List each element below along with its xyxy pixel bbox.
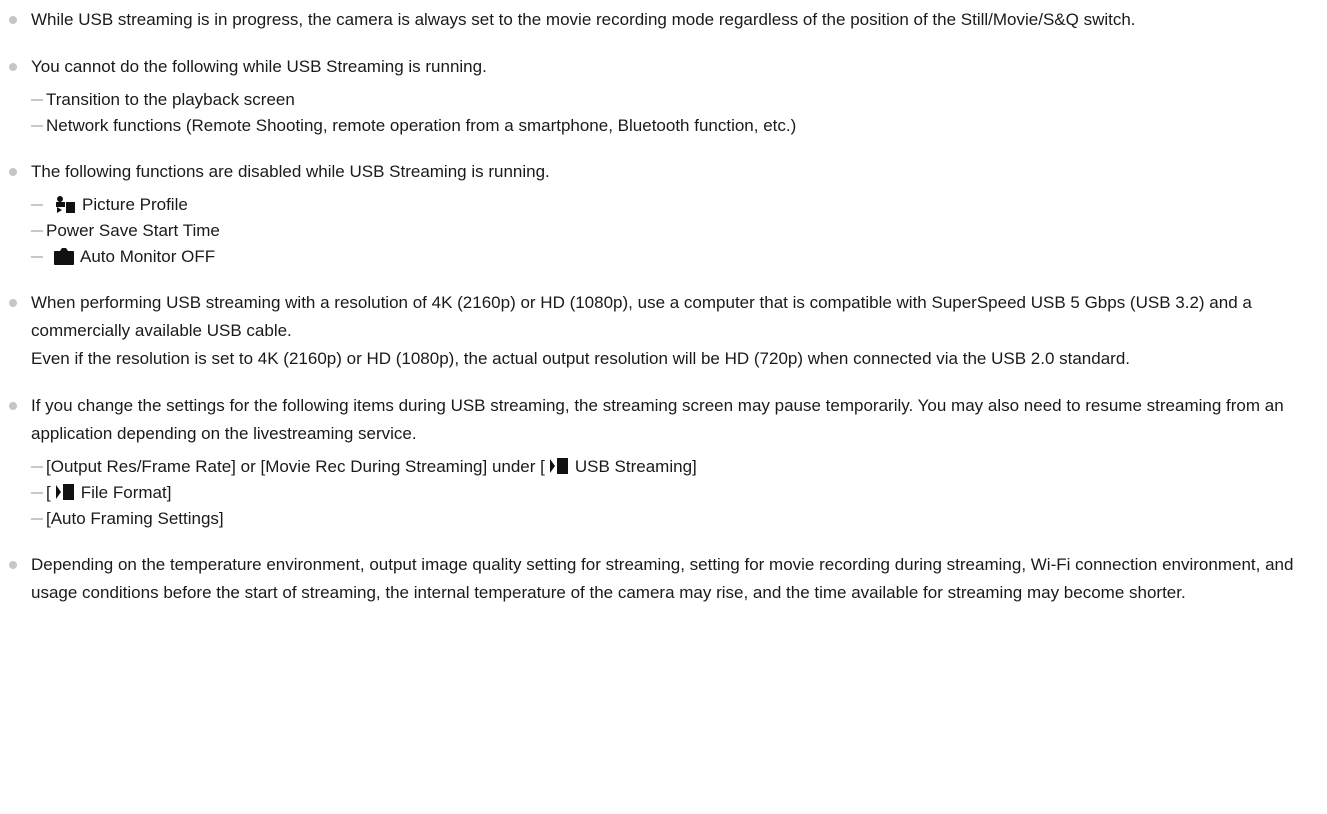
still-camera-icon [54,248,74,265]
note-text: The following functions are disabled whi… [31,162,550,181]
dash-icon [31,204,43,206]
dash-icon [31,466,43,468]
dash-icon [31,230,43,232]
sub-item-text: Power Save Start Time [46,221,220,240]
note-text: You cannot do the following while USB St… [31,57,487,76]
note-item: While USB streaming is in progress, the … [0,6,1327,34]
sub-list: Transition to the playback screen Networ… [31,87,1327,139]
sub-item: [Output Res/Frame Rate] or [Movie Rec Du… [31,454,1327,480]
bullet-icon [9,299,17,307]
bullet-icon [9,402,17,410]
note-item: You cannot do the following while USB St… [0,53,1327,139]
sub-item: [Auto Framing Settings] [31,506,1327,532]
note-text: If you change the settings for the follo… [31,396,1284,443]
sub-item: Network functions (Remote Shooting, remo… [31,113,1327,139]
note-text: Depending on the temperature environment… [31,555,1294,602]
note-text: While USB streaming is in progress, the … [31,10,1136,29]
sub-item-text: Transition to the playback screen [46,90,295,109]
sub-item: Power Save Start Time [31,218,1327,244]
dash-icon [31,125,43,127]
dash-icon [31,99,43,101]
sub-item-text-before: [Output Res/Frame Rate] or [Movie Rec Du… [46,457,545,476]
sub-item: [ File Format] [31,480,1327,506]
sub-item-text: Auto Monitor OFF [80,247,216,266]
note-item: The following functions are disabled whi… [0,158,1327,270]
sub-item-text-after: File Format] [80,483,172,502]
bullet-icon [9,16,17,24]
note-item: If you change the settings for the follo… [0,392,1327,532]
sub-item-text: Network functions (Remote Shooting, remo… [46,116,797,135]
movie-mode-icon [53,483,75,501]
sub-item-text: [Auto Framing Settings] [46,509,224,528]
dash-icon [31,518,43,520]
bullet-icon [9,63,17,71]
bullet-icon [9,561,17,569]
dash-icon [31,256,43,258]
sub-item-text: Picture Profile [82,195,188,214]
note-item: Depending on the temperature environment… [0,551,1327,607]
note-text-secondary: Even if the resolution is set to 4K (216… [31,349,1131,368]
sub-list: [Output Res/Frame Rate] or [Movie Rec Du… [31,454,1327,532]
bullet-icon [9,168,17,176]
picture-profile-icon [54,195,76,213]
notes-list: While USB streaming is in progress, the … [0,0,1327,607]
dash-icon [31,492,43,494]
movie-mode-icon [547,457,569,475]
sub-list: Picture Profile Power Save Start Time Au… [31,192,1327,270]
sub-item-text-after: USB Streaming] [574,457,697,476]
sub-item-text-before: [ [46,483,51,502]
sub-item: Picture Profile [31,192,1327,218]
note-text: When performing USB streaming with a res… [31,293,1252,340]
note-item: When performing USB streaming with a res… [0,289,1327,373]
sub-item: Auto Monitor OFF [31,244,1327,270]
sub-item: Transition to the playback screen [31,87,1327,113]
